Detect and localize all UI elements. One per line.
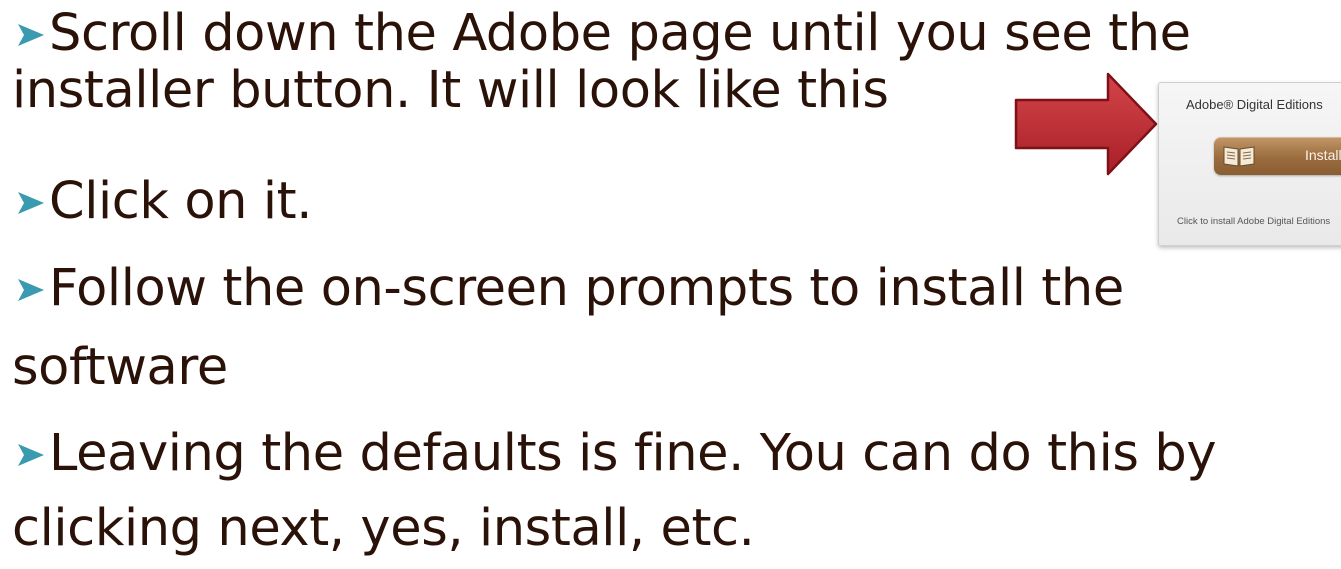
bullet-text: Follow the on-screen prompts to install … (49, 259, 1124, 318)
bullet-item-defaults: Leaving the defaults is fine. You can do… (12, 424, 1217, 484)
bullet-item-defaults-continued: clicking next, yes, install, etc. (12, 499, 755, 559)
slide: Scroll down the Adobe page until you see… (0, 0, 1341, 569)
installer-note: Click to install Adobe Digital Editions (1177, 216, 1331, 227)
installer-badge: Adobe® Digital Editions Install Click to… (1158, 82, 1341, 246)
bullet-text: Click on it. (49, 172, 313, 231)
bullet-text: installer button. It will look like this (12, 61, 889, 120)
arrowhead-bullet-icon (12, 275, 48, 305)
bullet-item-scroll: Scroll down the Adobe page until you see… (12, 4, 1191, 64)
arrowhead-bullet-icon (12, 20, 48, 50)
arrowhead-bullet-icon (12, 188, 48, 218)
arrowhead-bullet-icon (12, 440, 48, 470)
bullet-text: clicking next, yes, install, etc. (12, 499, 755, 558)
bullet-text: software (12, 338, 228, 397)
install-button-label: Install (1305, 147, 1341, 163)
install-button[interactable]: Install (1214, 137, 1341, 175)
bullet-text: Scroll down the Adobe page until you see… (49, 4, 1191, 63)
bullet-text: Leaving the defaults is fine. You can do… (49, 424, 1217, 483)
red-arrow-icon (1010, 68, 1162, 180)
bullet-item-follow: Follow the on-screen prompts to install … (12, 259, 1124, 319)
bullet-item-scroll-continued: installer button. It will look like this (12, 61, 889, 121)
bullet-item-follow-continued: software (12, 338, 228, 398)
installer-title: Adobe® Digital Editions (1186, 97, 1323, 112)
open-book-icon (1222, 144, 1256, 173)
bullet-item-click: Click on it. (12, 172, 312, 232)
